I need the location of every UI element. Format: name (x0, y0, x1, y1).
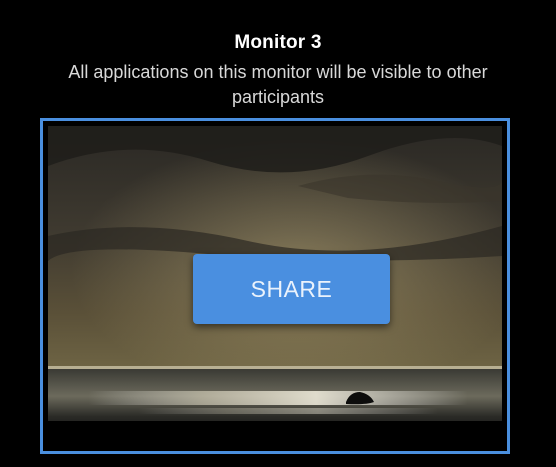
share-button-label: SHARE (250, 275, 333, 302)
monitor-description: All applications on this monitor will be… (68, 62, 488, 107)
monitor-preview-frame[interactable]: SHARE (40, 118, 510, 454)
monitor-title: Monitor 3 (234, 32, 322, 53)
share-button[interactable]: SHARE (193, 254, 390, 324)
